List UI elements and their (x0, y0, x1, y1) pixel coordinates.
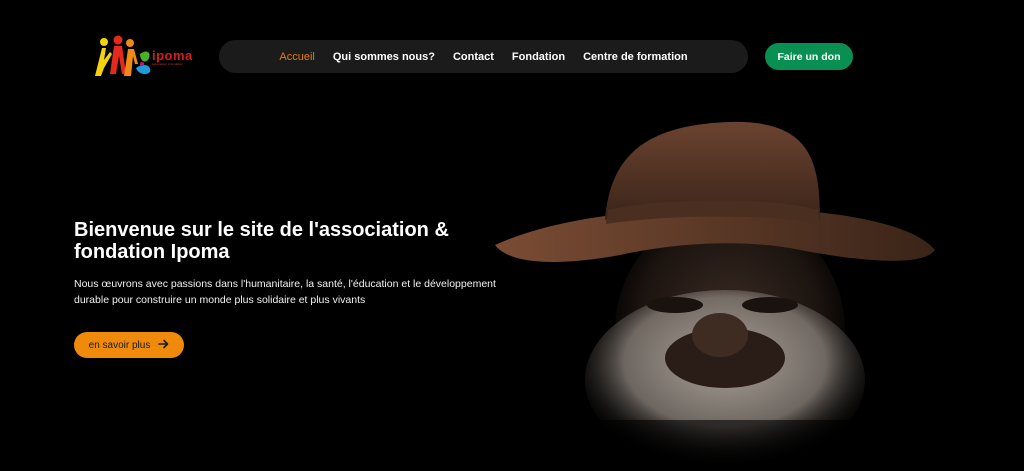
learn-more-button[interactable]: en savoir plus (74, 332, 184, 358)
logo-figures-icon (92, 34, 154, 80)
hero-portrait-image (490, 120, 970, 471)
nav-item-centre-de-formation[interactable]: Centre de formation (583, 51, 688, 63)
nav-item-fondation[interactable]: Fondation (512, 51, 565, 63)
hero-description: Nous œuvrons avec passions dans l'humani… (74, 278, 496, 306)
arrow-right-icon (158, 338, 169, 352)
logo-wordmark: ipoma (152, 47, 193, 63)
learn-more-label: en savoir plus (88, 339, 151, 351)
hero-title: Bienvenue sur le site de l'association &… (74, 219, 449, 263)
nav-item-contact[interactable]: Contact (453, 51, 494, 63)
donate-button[interactable]: Faire un don (765, 43, 853, 70)
logo-tagline: association & fondation (152, 61, 184, 66)
nav-item-qui-sommes-nous[interactable]: Qui sommes nous? (333, 51, 435, 63)
site-logo[interactable]: ipoma association & fondation (92, 34, 202, 80)
nav-item-accueil[interactable]: Accueil (279, 51, 314, 63)
main-nav: Accueil Qui sommes nous? Contact Fondati… (219, 40, 748, 73)
